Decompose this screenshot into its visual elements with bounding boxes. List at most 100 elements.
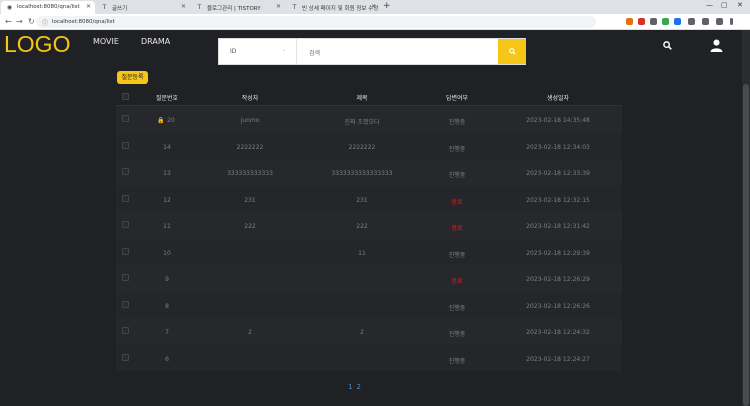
row-checkbox[interactable] <box>122 168 129 175</box>
row-checkbox[interactable] <box>122 327 129 334</box>
globe-icon: ◉ <box>6 4 13 11</box>
forward-icon[interactable]: → <box>16 17 23 26</box>
table-row[interactable]: 7 2 2 진행중 2023-02-18 12:24:32 <box>116 318 622 345</box>
cell-title[interactable]: 2 <box>360 329 364 336</box>
table-row[interactable]: 🔒 20 junmo 진짜 조졌모다 진행중 2023-02-18 14:35:48 <box>116 106 622 133</box>
scrollbar-thumb[interactable] <box>743 84 749 406</box>
cell-status: 완료 <box>451 198 463 206</box>
tistory-icon: T <box>102 4 107 11</box>
table-row[interactable]: 9 완료 2023-02-18 12:26:29 <box>116 265 622 292</box>
cell-created: 2023-02-18 12:26:29 <box>526 276 590 283</box>
extension-icon[interactable] <box>674 18 681 25</box>
register-question-button[interactable]: 질문등록 <box>117 71 148 84</box>
search-button[interactable] <box>498 39 526 64</box>
cell-title[interactable]: 231 <box>356 197 367 204</box>
table-row[interactable]: 12 231 231 완료 2023-02-18 12:32:15 <box>116 185 622 212</box>
cell-created: 2023-02-18 12:34:03 <box>526 143 590 151</box>
tab-title: 블로그관리 | TISTORY <box>207 6 261 12</box>
cell-no: 7 <box>165 329 169 336</box>
cell-created: 2023-02-18 12:24:27 <box>526 355 590 363</box>
extension-icon[interactable] <box>650 18 657 25</box>
row-checkbox[interactable] <box>122 300 129 308</box>
table-body: 🔒 20 junmo 진짜 조졌모다 진행중 2023-02-18 14:35:48 14 2… <box>116 106 622 371</box>
user-icon[interactable] <box>710 39 723 52</box>
close-icon[interactable]: ✕ <box>276 3 281 10</box>
table-row[interactable]: 13 333333333333 3333333333333333 진행중 2023-02… <box>116 159 622 186</box>
tab-title: localhost:8080/qna/list <box>17 4 80 10</box>
cell-title[interactable]: 11 <box>358 250 366 257</box>
cell-title[interactable]: 2222222 <box>349 144 376 151</box>
cell-title[interactable]: 진짜 조졌모다 <box>344 117 379 126</box>
row-checkbox[interactable] <box>122 247 129 255</box>
cell-no: 13 <box>163 170 171 177</box>
browser-tab-bar: ◉ localhost:8080/qna/list ✕ T 글쓰기 ✕ T 블로… <box>0 0 750 14</box>
table-row[interactable]: 10 11 진행중 2023-02-18 12:29:39 <box>116 238 622 265</box>
puzzle-icon[interactable] <box>688 18 695 25</box>
url-text: localhost:8080/qna/list <box>52 19 115 25</box>
cell-no: 12 <box>163 196 171 204</box>
cell-no: 8 <box>165 302 169 310</box>
search-type-value: ID <box>230 48 237 55</box>
cell-status: 진행중 <box>448 304 466 312</box>
cell-created: 2023-02-18 12:29:39 <box>526 249 590 257</box>
column-header: 작성자 <box>241 95 259 102</box>
column-header: 생성일자 <box>546 95 570 102</box>
search-type-select[interactable]: ID ⌄ <box>219 39 297 64</box>
minimize-icon[interactable]: — <box>706 1 713 9</box>
site-logo[interactable]: LOGO <box>4 31 70 58</box>
row-checkbox[interactable] <box>122 141 129 149</box>
cell-status: 완료 <box>451 225 463 232</box>
close-icon[interactable]: ✕ <box>181 3 186 10</box>
cell-status: 진행중 <box>448 357 466 365</box>
reload-icon[interactable]: ↻ <box>28 17 35 26</box>
nav-drama[interactable]: DRAMA <box>141 37 170 46</box>
maximize-icon[interactable]: ▢ <box>721 1 728 9</box>
column-header: 답변여부 <box>445 95 469 102</box>
search-icon[interactable] <box>663 41 672 50</box>
table-row[interactable]: 14 2222222 2222222 진행중 2023-02-18 12:34:03 <box>116 132 622 159</box>
row-checkbox[interactable] <box>122 221 129 228</box>
table-row[interactable]: 6 진행중 2023-02-18 12:24:27 <box>116 344 622 371</box>
tab-blog-admin[interactable]: T 블로그관리 | TISTORY ✕ <box>191 1 285 14</box>
row-checkbox[interactable] <box>122 194 129 202</box>
close-window-icon[interactable]: ✕ <box>737 1 743 9</box>
select-all-checkbox[interactable] <box>122 93 129 100</box>
search-icon <box>508 48 516 55</box>
back-icon[interactable]: ← <box>5 17 12 26</box>
tistory-icon: T <box>292 4 297 11</box>
tab-qna-list[interactable]: ◉ localhost:8080/qna/list ✕ <box>1 1 95 14</box>
cell-writer: 231 <box>244 196 256 204</box>
cell-no: 10 <box>163 249 171 257</box>
cell-writer: 222 <box>244 223 256 230</box>
download-icon[interactable] <box>702 18 709 25</box>
lock-icon: 🔒 <box>157 117 165 124</box>
row-checkbox[interactable] <box>122 115 129 122</box>
close-icon[interactable]: ✕ <box>371 3 376 10</box>
menu-icon[interactable] <box>730 18 733 25</box>
cell-status: 진행중 <box>448 331 466 338</box>
table-row[interactable]: 11 222 222 완료 2023-02-18 12:31:42 <box>116 212 622 239</box>
profile-icon[interactable] <box>716 18 723 25</box>
tab-title: 빈 상세 페이지 및 회원 정보 수정 <box>302 6 379 12</box>
tab-post[interactable]: T 빈 상세 페이지 및 회원 정보 수정 ✕ <box>286 1 380 14</box>
row-checkbox[interactable] <box>122 353 129 361</box>
nav-movie[interactable]: MOVIE <box>93 37 119 46</box>
extension-icon[interactable] <box>638 18 645 25</box>
extension-icon[interactable] <box>626 18 633 25</box>
scrollbar[interactable] <box>742 30 750 406</box>
row-checkbox[interactable] <box>122 274 129 281</box>
tab-write[interactable]: T 글쓰기 ✕ <box>96 1 190 14</box>
close-icon[interactable]: ✕ <box>86 3 91 10</box>
cell-writer: 2 <box>248 329 252 336</box>
page-link-1[interactable]: 1 <box>348 383 352 391</box>
url-field[interactable]: ⓘ localhost:8080/qna/list <box>36 16 596 28</box>
column-header: 제목 <box>356 95 368 102</box>
cell-created: 2023-02-18 12:33:39 <box>526 170 590 177</box>
cell-title[interactable]: 3333333333333333 <box>331 170 392 177</box>
table-row[interactable]: 8 진행중 2023-02-18 12:26:26 <box>116 291 622 318</box>
search-input[interactable]: 검색 <box>298 39 498 64</box>
page-link-2[interactable]: 2 <box>356 383 360 391</box>
cell-title[interactable]: 222 <box>356 223 367 230</box>
new-tab-button[interactable]: + <box>383 1 391 11</box>
extension-icon[interactable] <box>662 18 669 25</box>
